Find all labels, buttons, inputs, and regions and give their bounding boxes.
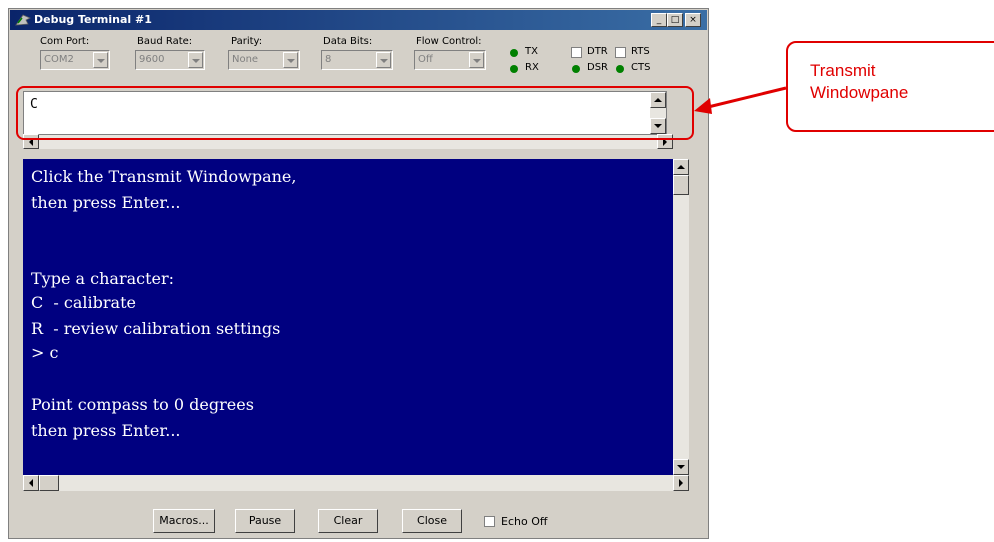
data-bits-select[interactable]: 8 [321, 50, 393, 70]
chevron-down-icon[interactable] [283, 52, 298, 68]
pause-button[interactable]: Pause [235, 509, 295, 533]
scroll-right-icon[interactable] [673, 475, 689, 491]
com-port-select[interactable]: COM2 [40, 50, 110, 70]
macros-button[interactable]: Macros... [153, 509, 215, 533]
transmit-highlight-box [16, 86, 694, 140]
parity-select[interactable]: None [228, 50, 300, 70]
receive-line: C - calibrate [31, 293, 136, 312]
flow-control-label: Flow Control: [416, 36, 482, 47]
dsr-label: DSR [587, 62, 608, 73]
scroll-thumb[interactable] [673, 175, 689, 195]
baud-rate-select[interactable]: 9600 [135, 50, 205, 70]
chevron-down-icon[interactable] [376, 52, 391, 68]
receive-vscrollbar[interactable] [673, 159, 689, 475]
flow-control-select[interactable]: Off [414, 50, 486, 70]
callout-line-1: Transmit [810, 61, 876, 80]
close-button[interactable]: Close [402, 509, 462, 533]
app-icon [15, 14, 31, 26]
com-port-label: Com Port: [40, 36, 90, 47]
parity-value: None [232, 54, 259, 65]
data-bits-value: 8 [325, 54, 332, 65]
cts-led-icon [616, 65, 624, 73]
parity-label: Parity: [231, 36, 263, 47]
callout-line-2: Windowpane [810, 83, 909, 102]
title-bar[interactable]: Debug Terminal #1 _ □ × [10, 10, 707, 30]
callout-text: Transmit Windowpane [810, 60, 908, 104]
chevron-down-icon[interactable] [469, 52, 484, 68]
maximize-button[interactable]: □ [667, 13, 683, 27]
receive-line: Type a character: [31, 269, 175, 288]
dsr-led-icon [572, 65, 580, 73]
dtr-checkbox[interactable] [571, 47, 582, 58]
baud-rate-label: Baud Rate: [137, 36, 193, 47]
callout-arrow-icon [694, 86, 787, 114]
rts-label: RTS [631, 46, 650, 57]
receive-line: then press Enter... [31, 193, 181, 212]
data-bits-label: Data Bits: [323, 36, 373, 47]
com-port-value: COM2 [44, 54, 74, 65]
rts-checkbox[interactable] [615, 47, 626, 58]
rx-led-icon [510, 65, 518, 73]
echo-off-label: Echo Off [501, 515, 548, 528]
rx-label: RX [525, 62, 539, 73]
flow-control-value: Off [418, 54, 433, 65]
receive-line: R - review calibration settings [31, 319, 281, 338]
echo-off-checkbox[interactable] [484, 516, 495, 527]
close-window-button[interactable]: × [685, 13, 701, 27]
minimize-button[interactable]: _ [651, 13, 667, 27]
receive-line: Click the Transmit Windowpane, [31, 167, 297, 186]
scroll-thumb[interactable] [39, 475, 59, 491]
tx-label: TX [525, 46, 538, 57]
tx-led-icon [510, 49, 518, 57]
callout-box: Transmit Windowpane [786, 41, 994, 132]
receive-hscrollbar[interactable] [23, 475, 689, 491]
scroll-down-icon[interactable] [673, 459, 689, 475]
chevron-down-icon[interactable] [93, 52, 108, 68]
chevron-down-icon[interactable] [188, 52, 203, 68]
window-title: Debug Terminal #1 [34, 13, 152, 26]
clear-button[interactable]: Clear [318, 509, 378, 533]
receive-line: then press Enter... [31, 421, 181, 440]
dtr-label: DTR [587, 46, 608, 57]
baud-rate-value: 9600 [139, 54, 165, 65]
receive-line: Point compass to 0 degrees [31, 395, 254, 414]
receive-pane[interactable]: Click the Transmit Windowpane, then pres… [23, 159, 673, 475]
scroll-left-icon[interactable] [23, 475, 39, 491]
cts-label: CTS [631, 62, 651, 73]
scroll-up-icon[interactable] [673, 159, 689, 175]
receive-line: > c [31, 343, 59, 362]
